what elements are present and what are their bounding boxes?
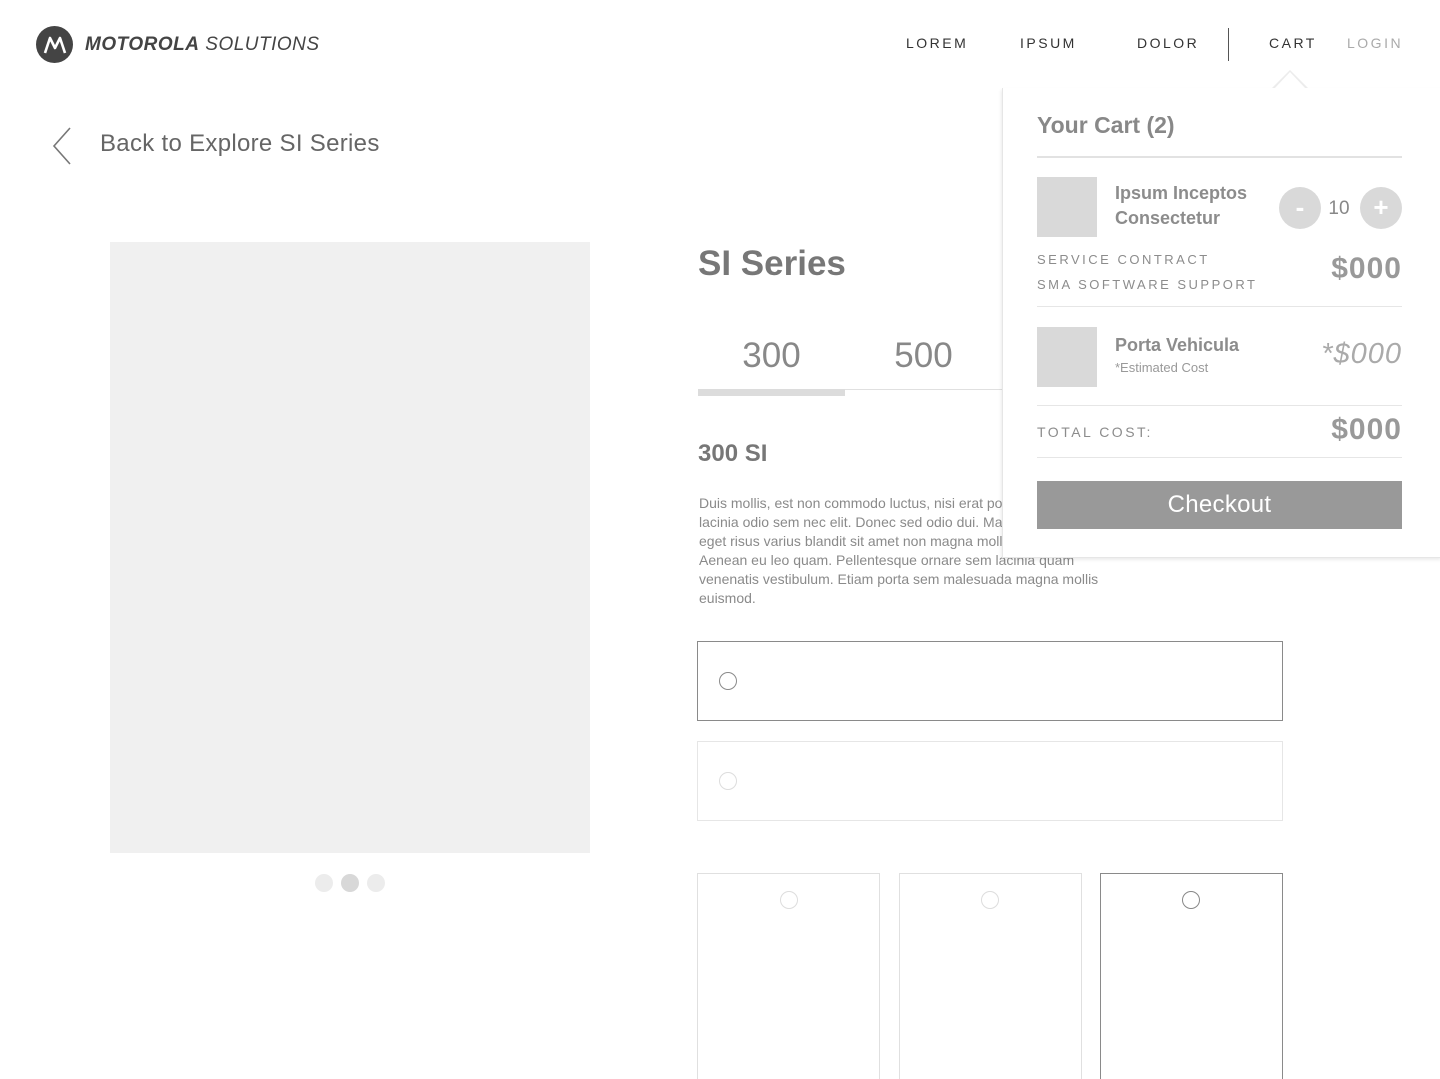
estimated-cost-note: *Estimated Cost: [1115, 360, 1209, 375]
cart-dropdown-arrow-fill: [1274, 72, 1306, 89]
option-2-radio[interactable]: [719, 772, 737, 790]
option-card-3[interactable]: [1100, 873, 1283, 1079]
back-chevron[interactable]: [50, 126, 74, 166]
option-card-1[interactable]: [697, 873, 880, 1079]
nav-item-dolor[interactable]: DOLOR: [1137, 35, 1199, 51]
chevron-left-icon: [52, 127, 71, 165]
option-card-2[interactable]: [899, 873, 1082, 1079]
quantity-increase-button[interactable]: +: [1360, 187, 1402, 229]
cart-item-1-thumbnail: [1037, 177, 1097, 237]
cart-divider: [1037, 306, 1402, 307]
cart-item-1-name: Ipsum Inceptos Consectetur: [1115, 181, 1247, 231]
service-contract-label: SERVICE CONTRACT: [1037, 252, 1210, 267]
cart-item-2-price: *$000: [1321, 338, 1402, 370]
series-title: SI Series: [698, 244, 846, 283]
cart-item-2-thumbnail: [1037, 327, 1097, 387]
option-2[interactable]: [697, 741, 1283, 821]
option-1[interactable]: [697, 641, 1283, 721]
cart-divider: [1037, 156, 1402, 158]
total-cost-value: $000: [1331, 413, 1402, 446]
gallery-dot-1[interactable]: [315, 874, 333, 892]
cart-item-1-name-line2: Consectetur: [1115, 208, 1221, 228]
nav-item-ipsum[interactable]: IPSUM: [1020, 35, 1077, 51]
cart-divider: [1037, 457, 1402, 458]
brand-name-light: SOLUTIONS: [205, 33, 320, 55]
cart-item-1-name-line1: Ipsum Inceptos: [1115, 183, 1248, 203]
motorola-logo[interactable]: MOTOROLA SOLUTIONS: [36, 26, 320, 63]
cart-item-2-name: Porta Vehicula: [1115, 335, 1240, 355]
option-card-1-radio[interactable]: [780, 891, 798, 909]
cart-item-1-price: $000: [1331, 252, 1402, 285]
cart-divider: [1037, 405, 1402, 406]
model-name: 300 SI: [698, 440, 768, 467]
cart-title: Your Cart (2): [1037, 112, 1175, 138]
nav-item-lorem[interactable]: LOREM: [906, 35, 968, 51]
gallery-dot-3[interactable]: [367, 874, 385, 892]
total-cost-label: TOTAL COST:: [1037, 424, 1153, 440]
cart-dropdown: Your Cart (2) Ipsum Inceptos Consectetur…: [1002, 88, 1440, 558]
quantity-value[interactable]: 10: [1317, 198, 1361, 220]
checkout-button[interactable]: Checkout: [1037, 481, 1402, 529]
nav-item-cart[interactable]: CART: [1269, 35, 1317, 51]
option-card-2-radio[interactable]: [981, 891, 999, 909]
active-tab-indicator: [698, 389, 845, 396]
motorola-m-icon: [36, 26, 73, 63]
option-1-radio[interactable]: [719, 672, 737, 690]
tab-300[interactable]: 300: [698, 336, 845, 376]
nav-item-login[interactable]: LOGIN: [1347, 35, 1403, 51]
gallery-dot-2[interactable]: [341, 874, 359, 892]
quantity-decrease-button[interactable]: -: [1279, 187, 1321, 229]
nav-divider: [1228, 28, 1229, 61]
software-support-label: SMA SOFTWARE SUPPORT: [1037, 277, 1258, 292]
brand-name: MOTOROLA SOLUTIONS: [85, 34, 320, 56]
brand-name-bold: MOTOROLA: [85, 33, 200, 55]
tab-500[interactable]: 500: [850, 336, 997, 376]
back-link[interactable]: Back to Explore SI Series: [100, 130, 380, 158]
product-image: [110, 242, 590, 853]
option-card-3-radio[interactable]: [1182, 891, 1200, 909]
